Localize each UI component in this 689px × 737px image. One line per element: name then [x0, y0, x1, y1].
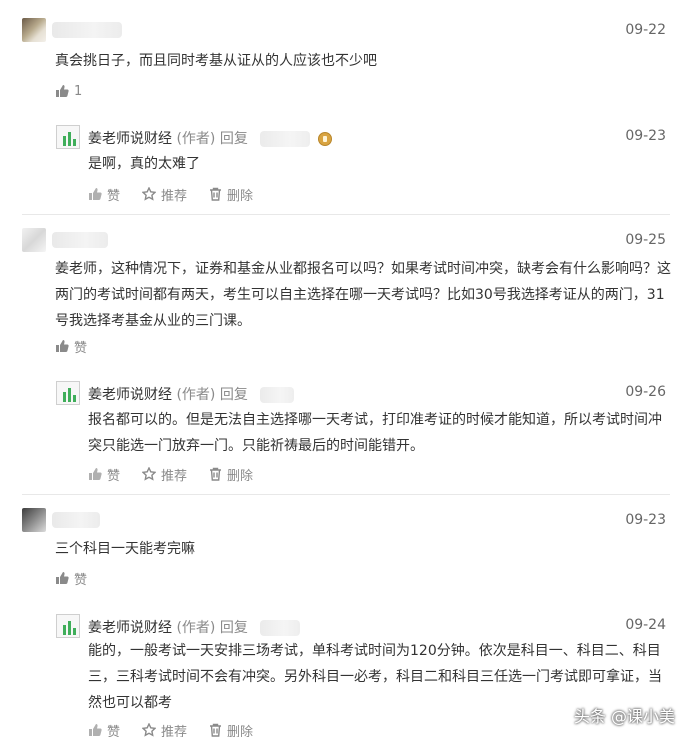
trash-icon — [210, 187, 222, 201]
comment-date: 09-23 — [625, 512, 666, 528]
star-icon — [142, 187, 157, 201]
divider — [22, 214, 670, 215]
delete-label: 删除 — [227, 724, 254, 737]
like-button[interactable]: 赞 — [55, 569, 87, 588]
star-icon — [142, 467, 157, 481]
reply-actions: 赞 推荐 删除 — [88, 184, 253, 204]
recommend-button[interactable]: 推荐 — [142, 185, 187, 204]
comment-actions: 1 — [55, 81, 82, 101]
avatar[interactable] — [22, 508, 46, 532]
reply-verb: 回复 — [219, 620, 248, 636]
like-button[interactable]: 赞 — [55, 337, 87, 356]
comment-actions: 赞 — [55, 336, 87, 356]
thumbs-up-icon — [56, 85, 69, 97]
trash-icon — [210, 723, 222, 737]
author-tag: (作者) — [176, 620, 216, 636]
like-button[interactable]: 1 — [55, 84, 82, 99]
author-avatar[interactable] — [56, 125, 80, 149]
reply-header: 姜老师说财经 (作者) 回复 — [88, 384, 295, 404]
comment-text: 真会挑日子，而且同时考基从证从的人应该也不少吧 — [55, 53, 377, 69]
reply-target-blurred[interactable] — [260, 387, 295, 403]
username-blurred[interactable] — [52, 512, 100, 528]
like-label: 赞 — [74, 572, 88, 588]
recommend-button[interactable]: 推荐 — [142, 465, 187, 484]
reply-target-blurred[interactable] — [260, 620, 301, 636]
delete-label: 删除 — [227, 468, 254, 484]
reply-header: 姜老师说财经 (作者) 回复 — [88, 128, 332, 148]
comment-text: 三个科目一天能考完嘛 — [55, 541, 195, 557]
reply-header: 姜老师说财经 (作者) 回复 — [88, 617, 301, 637]
comment-date: 09-25 — [625, 232, 666, 248]
username-blurred[interactable] — [52, 22, 122, 38]
comment-header — [22, 228, 662, 252]
delete-button[interactable]: 删除 — [209, 465, 253, 484]
like-button[interactable]: 赞 — [88, 185, 120, 204]
username-blurred[interactable] — [52, 232, 108, 248]
like-label: 赞 — [107, 468, 121, 484]
reply-date: 09-26 — [625, 384, 666, 400]
reply-verb: 回复 — [219, 387, 248, 403]
reply-date: 09-23 — [625, 128, 666, 144]
watermark: 头条 @课小美 — [573, 707, 675, 726]
author-tag: (作者) — [176, 131, 216, 147]
delete-button[interactable]: 删除 — [209, 721, 253, 737]
reply-actions: 赞 推荐 删除 — [88, 464, 253, 484]
star-icon — [142, 723, 157, 737]
thumbs-up-icon — [89, 188, 102, 200]
reply-author[interactable]: 姜老师说财经 — [88, 620, 172, 636]
reply-text: 是啊，真的太难了 — [88, 156, 200, 172]
recommend-label: 推荐 — [161, 188, 188, 204]
recommend-button[interactable]: 推荐 — [142, 721, 187, 737]
like-button[interactable]: 赞 — [88, 465, 120, 484]
comment-text: 姜老师，这种情况下，证券和基金从业都报名可以吗？如果考试时间冲突，缺考会有什么影… — [55, 261, 671, 329]
reply-text: 报名都可以的。但是无法自主选择哪一天考试，打印准考证的时候才能知道，所以考试时间… — [88, 412, 662, 454]
like-label: 赞 — [107, 188, 121, 204]
thumbs-up-icon — [89, 724, 102, 736]
recommend-label: 推荐 — [161, 468, 188, 484]
reply-target-blurred[interactable] — [260, 131, 311, 147]
recommend-label: 推荐 — [161, 724, 188, 737]
thumbs-up-icon — [56, 340, 69, 352]
author-tag: (作者) — [176, 387, 216, 403]
comment-header — [22, 508, 662, 532]
like-label: 赞 — [107, 724, 121, 737]
author-badge-icon — [317, 132, 332, 146]
like-label: 赞 — [74, 340, 88, 356]
avatar[interactable] — [22, 228, 46, 252]
avatar[interactable] — [22, 18, 46, 42]
comment-header — [22, 18, 662, 42]
reply-author[interactable]: 姜老师说财经 — [88, 387, 172, 403]
reply-author[interactable]: 姜老师说财经 — [88, 131, 172, 147]
like-button[interactable]: 赞 — [88, 721, 120, 737]
reply-date: 09-24 — [625, 617, 666, 633]
like-count: 1 — [74, 83, 83, 99]
thumbs-up-icon — [56, 572, 69, 584]
delete-button[interactable]: 删除 — [209, 185, 253, 204]
reply-actions: 赞 推荐 删除 — [88, 720, 253, 737]
thumbs-up-icon — [89, 468, 102, 480]
author-avatar[interactable] — [56, 381, 80, 405]
divider — [22, 494, 670, 495]
delete-label: 删除 — [227, 188, 254, 204]
comment-actions: 赞 — [55, 568, 87, 588]
reply-verb: 回复 — [219, 131, 248, 147]
trash-icon — [210, 467, 222, 481]
author-avatar[interactable] — [56, 614, 80, 638]
comment-date: 09-22 — [625, 22, 666, 38]
